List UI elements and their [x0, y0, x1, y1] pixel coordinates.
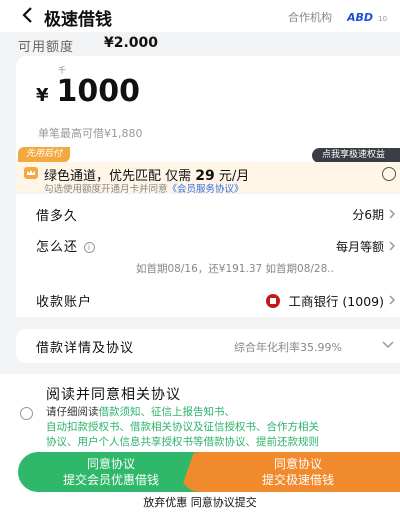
available-value: ¥2.000 — [104, 35, 159, 51]
submit-member-loan-button[interactable]: 同意协议 提交会员优惠借钱 — [18, 452, 204, 492]
agreement-links-3[interactable]: 协议、用户个人信息共享授权书等借款协议、提前还款规则 — [46, 435, 400, 450]
membership-sub-text: 勾选使用额度开通月卡并同意《会员服务协议》 — [44, 181, 244, 195]
agreement-radio[interactable] — [20, 407, 33, 420]
term-value: 分6期 — [352, 208, 384, 222]
agreement-prefix: 请仔细阅读 — [46, 406, 99, 418]
repay-plan-hint: 如首期08/16，还¥191.37 如首期08/28.. — [136, 263, 334, 275]
loan-amount-input[interactable]: ¥ 1000 — [36, 74, 140, 109]
agreement-line-1: 请仔细阅读借款须知、征信上报告知书、 — [46, 405, 400, 420]
agreement-text: 请仔细阅读借款须知、征信上报告知书、 自动扣款授权书、借款相关协议及征信授权书、… — [46, 405, 400, 450]
partner-logo-text: ABD — [347, 11, 374, 24]
agreement-links-2[interactable]: 自动扣款授权书、借款相关协议及征信授权书、合作方相关 — [46, 420, 400, 435]
orange-button-line-2: 提交极速借钱 — [261, 473, 334, 487]
term-row[interactable]: 借多久 分6期 — [16, 202, 400, 226]
submit-fast-loan-button[interactable]: 同意协议 提交极速借钱 — [180, 452, 400, 492]
bank-logo-icon — [266, 294, 281, 308]
repay-value: 每月等额 — [335, 240, 384, 254]
agreement-sheet: 阅读并同意相关协议 请仔细阅读借款须知、征信上报告知书、 自动扣款授权书、借款相… — [0, 374, 400, 513]
agreement-links-1[interactable]: 借款须知、征信上报告知书、 — [99, 406, 236, 418]
loan-options-card: 借多久 分6期 怎么还 i 每月等额 如首期08/16，还¥191.37 如首期0… — [16, 194, 400, 317]
green-button-line-1: 同意协议 — [86, 457, 135, 471]
agreement-title: 阅读并同意相关协议 — [46, 387, 181, 403]
info-icon[interactable]: i — [84, 242, 96, 253]
partner-label: 合作机构 — [288, 11, 332, 24]
repay-label: 怎么还 — [36, 240, 79, 255]
partner-logo-sub: 10 — [378, 15, 388, 23]
chevron-left-icon[interactable] — [20, 6, 36, 24]
repay-label-wrap: 怎么还 i — [36, 236, 96, 255]
annual-rate: 综合年化利率35.99% — [234, 341, 342, 354]
loan-amount-card: 千 ¥ 1000 单笔最高可借¥1,880 先用后付 点我享极速权益 绿色通道，… — [16, 56, 400, 195]
account-row[interactable]: 收款账户 工商银行 (1009) — [16, 288, 400, 312]
chevron-right-icon — [389, 209, 396, 219]
green-button-line-2: 提交会员优惠借钱 — [62, 473, 159, 487]
account-value-wrap: 工商银行 (1009) — [266, 291, 384, 310]
loan-details-row[interactable]: 借款详情及协议 综合年化利率35.99% — [16, 329, 400, 363]
membership-option[interactable]: 绿色通道，优先匹配 仅需 29 元/月 勾选使用额度开通月卡并同意《会员服务协议… — [16, 162, 400, 195]
account-label: 收款账户 — [36, 295, 93, 310]
max-borrow-text: 单笔最高可借¥1,880 — [38, 127, 143, 140]
available-quota-bar: 可用额度 ¥2.000 — [0, 32, 400, 56]
chevron-right-icon — [389, 241, 396, 251]
orange-button-line-1: 同意协议 — [273, 457, 322, 471]
term-label: 借多久 — [36, 209, 79, 224]
promo-tag: 先用后付 — [18, 147, 71, 162]
chevron-right-icon — [389, 295, 396, 305]
give-up-offer-link[interactable]: 放弃优惠 同意协议提交 — [0, 494, 400, 510]
partner-logo: ABD 10 — [347, 6, 400, 24]
page-title: 极速借钱 — [44, 10, 112, 30]
chevron-down-icon — [382, 341, 394, 349]
details-label: 借款详情及协议 — [36, 341, 135, 356]
account-value: 工商银行 (1009) — [288, 294, 384, 309]
currency-symbol: ¥ — [36, 85, 49, 106]
top-bar: 极速借钱 合作机构 ABD 10 — [0, 0, 400, 32]
crown-icon — [24, 167, 38, 179]
vip-benefit-tag[interactable]: 点我享极速权益 — [312, 148, 400, 163]
loan-amount-value: 1000 — [56, 74, 141, 109]
membership-radio[interactable] — [382, 167, 396, 181]
available-label: 可用额度 — [18, 40, 75, 55]
